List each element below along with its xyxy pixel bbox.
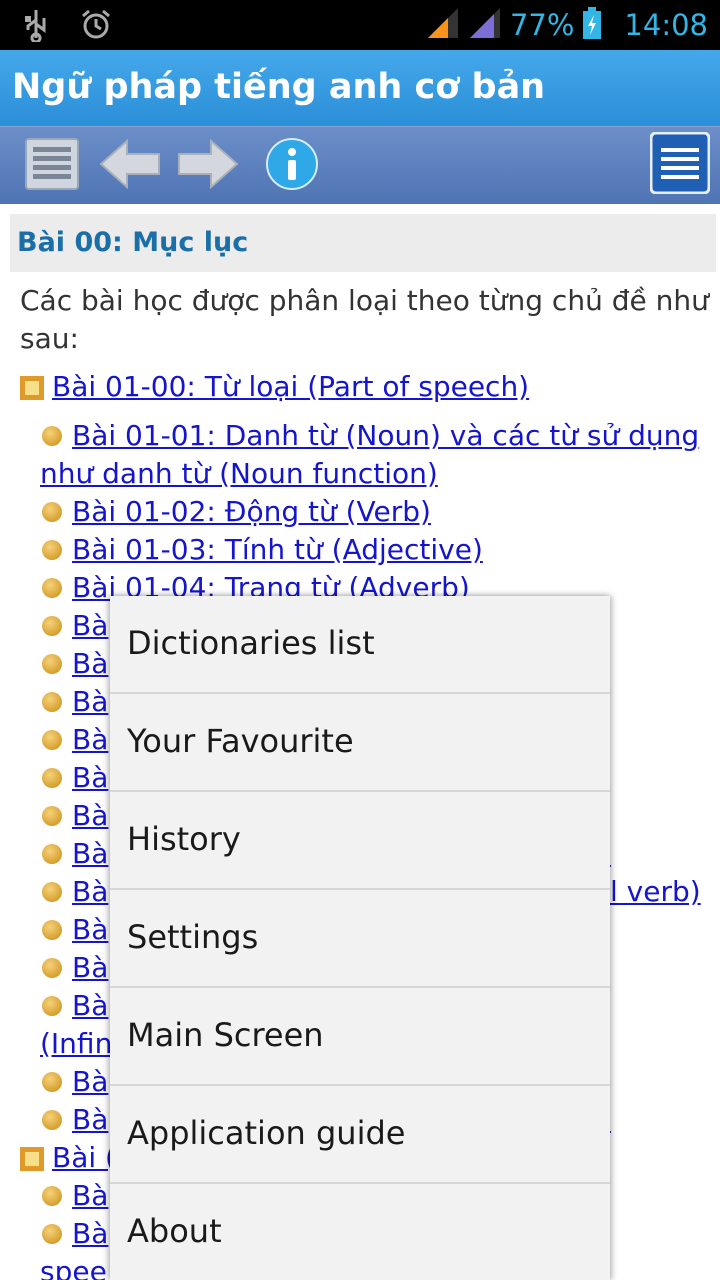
lesson-link[interactable]: Bà <box>72 835 108 873</box>
section-link[interactable]: Bài 01-00: Từ loại (Part of speech) <box>52 368 529 406</box>
bullet-icon <box>42 920 62 940</box>
lesson-link[interactable]: Bài 01-03: Tính từ (Adjective) <box>72 531 483 569</box>
menu-item-settings[interactable]: Settings <box>110 890 610 988</box>
menu-icon <box>649 131 711 198</box>
lesson-link[interactable]: Bà <box>72 1177 108 1215</box>
usb-icon <box>22 8 50 46</box>
bullet-icon <box>42 1072 62 1092</box>
bullet-icon <box>42 730 62 750</box>
lesson-link[interactable]: Bà <box>72 797 108 835</box>
bullet-icon <box>42 1186 62 1206</box>
lesson-link[interactable]: Bà <box>72 949 108 987</box>
lesson-link[interactable]: spee <box>40 1253 107 1280</box>
menu-item-label: History <box>127 820 241 858</box>
list-button[interactable] <box>22 137 82 195</box>
app-title-bar: Ngữ pháp tiếng anh cơ bản <box>0 50 720 126</box>
lesson-link-tail[interactable]: l verb) <box>610 873 701 911</box>
alarm-icon <box>80 8 112 46</box>
lesson-link[interactable]: Bà <box>72 759 108 797</box>
menu-item-label: Your Favourite <box>127 722 354 760</box>
bullet-icon <box>42 996 62 1016</box>
forward-button[interactable] <box>177 137 239 195</box>
info-button[interactable] <box>262 137 322 195</box>
bullet-icon <box>42 692 62 712</box>
menu-item-favourite[interactable]: Your Favourite <box>110 694 610 792</box>
signal-icon <box>426 6 460 44</box>
section-link[interactable]: Bài ( <box>52 1139 116 1177</box>
lesson-header: Bài 00: Mục lục <box>10 214 716 272</box>
lesson-link[interactable]: Bà <box>72 1063 108 1101</box>
lesson-link[interactable]: (Infin <box>40 1025 112 1063</box>
bullet-icon <box>42 616 62 636</box>
status-bar: 77% 14:08 <box>0 0 720 50</box>
bullet-icon <box>42 1224 62 1244</box>
lesson-title: Bài 00: Mục lục <box>17 227 249 258</box>
lesson-link[interactable]: Bà <box>72 873 108 911</box>
bullet-icon <box>42 806 62 826</box>
clock: 14:08 <box>624 8 708 42</box>
lesson-link[interactable]: Bà <box>72 645 108 683</box>
section-bullet-icon <box>20 1147 44 1171</box>
bullet-icon <box>42 654 62 674</box>
signal-icon-2 <box>468 6 502 44</box>
menu-item-label: Main Screen <box>127 1016 324 1054</box>
battery-percent: 77% <box>509 8 575 42</box>
back-arrow-icon <box>99 138 161 193</box>
toolbar <box>0 126 720 204</box>
menu-item-label: About <box>127 1212 222 1250</box>
overflow-menu: Dictionaries list Your Favourite History… <box>110 596 610 1280</box>
battery-icon <box>582 6 602 44</box>
app-title: Ngữ pháp tiếng anh cơ bản <box>12 67 546 107</box>
menu-item-history[interactable]: History <box>110 792 610 890</box>
bullet-icon <box>42 844 62 864</box>
lesson-link[interactable]: Bà <box>72 721 108 759</box>
bullet-icon <box>42 768 62 788</box>
lesson-link[interactable]: Bà <box>72 607 108 645</box>
bullet-icon <box>42 1110 62 1130</box>
forward-arrow-icon <box>177 138 239 193</box>
lesson-link[interactable]: Bà <box>72 1101 108 1139</box>
intro-text: Các bài học được phân loại theo từng chủ… <box>20 284 709 355</box>
lesson-link[interactable]: Bài 01-02: Động từ (Verb) <box>72 493 431 531</box>
bullet-icon <box>42 882 62 902</box>
back-button[interactable] <box>99 137 161 195</box>
bullet-icon <box>42 540 62 560</box>
overflow-menu-button[interactable] <box>649 131 711 198</box>
info-icon <box>265 137 319 195</box>
menu-item-application-guide[interactable]: Application guide <box>110 1086 610 1184</box>
lesson-link[interactable]: Bà <box>72 987 108 1025</box>
menu-item-label: Settings <box>127 918 259 956</box>
bullet-icon <box>42 502 62 522</box>
list-icon <box>24 137 80 195</box>
menu-item-main-screen[interactable]: Main Screen <box>110 988 610 1086</box>
lesson-link[interactable]: Bà <box>72 911 108 949</box>
menu-item-dictionaries[interactable]: Dictionaries list <box>110 596 610 694</box>
lesson-link[interactable]: Bài 01-01: Danh từ (Noun) và các từ sử d… <box>40 417 720 493</box>
menu-item-label: Application guide <box>127 1114 406 1152</box>
lesson-link[interactable]: Bà <box>72 683 108 721</box>
lesson-link[interactable]: Bà <box>72 1215 108 1253</box>
menu-item-label: Dictionaries list <box>127 624 375 662</box>
bullet-icon <box>42 578 62 598</box>
section-bullet-icon <box>20 376 44 400</box>
bullet-icon <box>42 958 62 978</box>
menu-item-about[interactable]: About <box>110 1184 610 1280</box>
